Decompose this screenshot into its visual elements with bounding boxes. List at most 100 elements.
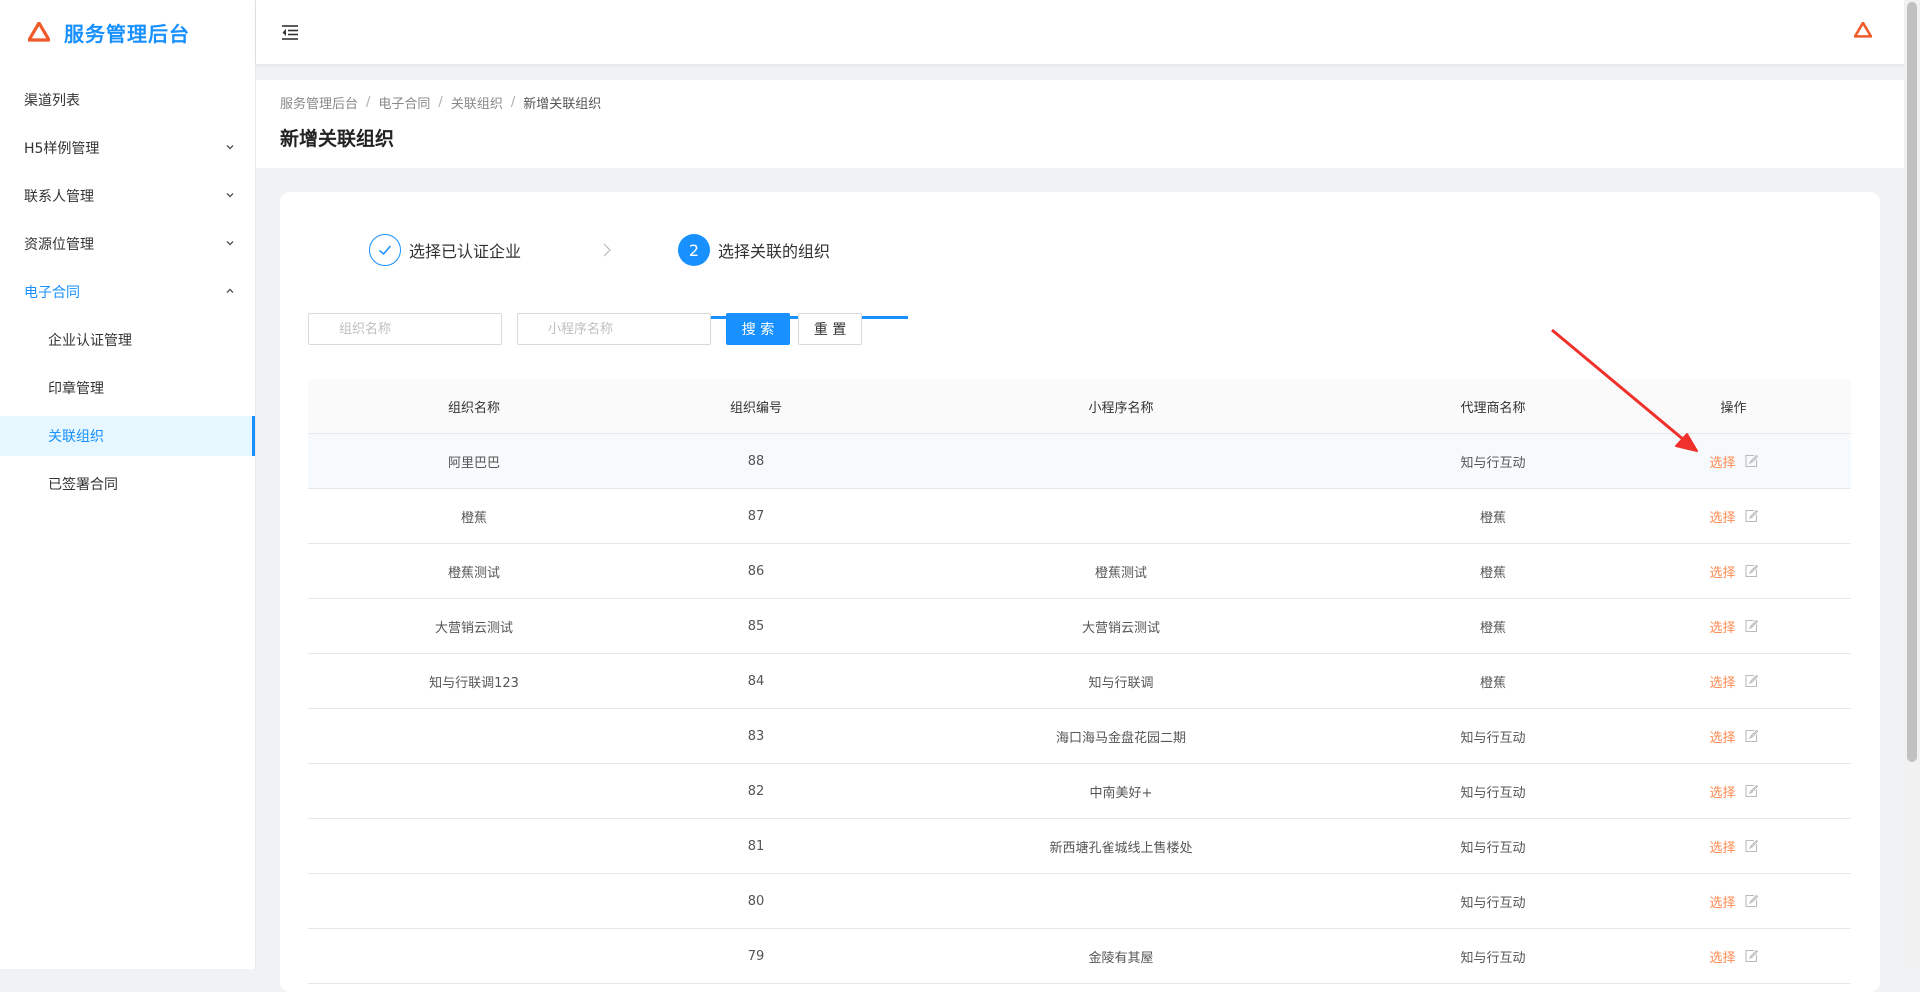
cell-actions: 选择: [1616, 727, 1851, 746]
select-link[interactable]: 选择: [1709, 727, 1735, 746]
scrollbar[interactable]: [1904, 0, 1920, 969]
org-table: 组织名称 组织编号 小程序名称 代理商名称 操作 阿里巴巴 88 知与行互动 选择 橙蕉…: [308, 379, 1851, 984]
column-header-org-name: 组织名称: [447, 400, 500, 416]
sidebar-item-e-contract[interactable]: 电子合同: [0, 272, 255, 312]
select-link[interactable]: 选择: [1709, 947, 1735, 966]
edit-icon[interactable]: [1744, 509, 1758, 523]
submenu-e-contract: 企业认证管理 印章管理 关联组织 已签署合同: [0, 320, 255, 504]
menu-fold-icon[interactable]: [280, 22, 300, 42]
edit-icon[interactable]: [1744, 619, 1758, 633]
cell-org-id: 85: [747, 618, 765, 634]
reset-button[interactable]: 重 置: [798, 313, 862, 345]
sidebar-item-enterprise-auth[interactable]: 企业认证管理: [0, 320, 255, 360]
cell-actions: 选择: [1616, 452, 1851, 471]
sidebar-item-label: 企业认证管理: [48, 333, 132, 349]
edit-icon[interactable]: [1744, 729, 1758, 743]
select-link[interactable]: 选择: [1709, 782, 1735, 801]
cell-org-id: 79: [747, 948, 765, 964]
cell-app-name: 金陵有其屋: [1088, 950, 1154, 966]
breadcrumb-item-home[interactable]: 服务管理后台: [280, 93, 358, 112]
cell-org-name: 橙蕉测试: [447, 565, 500, 581]
select-link[interactable]: 选择: [1709, 672, 1735, 691]
sidebar-item-seals[interactable]: 印章管理: [0, 368, 255, 408]
cell-agent-name: 知与行互动: [1460, 455, 1526, 471]
breadcrumb-item-related-orgs[interactable]: 关联组织: [451, 93, 503, 112]
edit-icon[interactable]: [1744, 894, 1758, 908]
cell-agent-name: 知与行互动: [1460, 895, 1526, 911]
cell-agent-name: 知与行互动: [1460, 950, 1526, 966]
cell-org-name: 知与行联调123: [429, 675, 519, 691]
page-header: 服务管理后台 / 电子合同 / 关联组织 / 新增关联组织 新增关联组织: [256, 80, 1904, 168]
sidebar-item-resources[interactable]: 资源位管理: [0, 224, 255, 264]
edit-icon[interactable]: [1744, 784, 1758, 798]
cell-org-id: 87: [747, 508, 765, 524]
cell-org-id: 84: [747, 673, 765, 689]
breadcrumb: 服务管理后台 / 电子合同 / 关联组织 / 新增关联组织: [280, 92, 1880, 112]
table-row: 81 新西塘孔雀城线上售楼处 知与行互动 选择: [308, 819, 1851, 874]
table-row: 大营销云测试 85 大营销云测试 橙蕉 选择: [308, 599, 1851, 654]
column-header-actions: 操作: [1720, 400, 1747, 416]
cell-org-name: 橙蕉: [460, 510, 487, 526]
cell-org-id: 80: [747, 893, 765, 909]
breadcrumb-item-e-contract[interactable]: 电子合同: [378, 93, 430, 112]
sidebar-item-channels[interactable]: 渠道列表: [0, 80, 255, 120]
edit-icon[interactable]: [1744, 674, 1758, 688]
cell-agent-name: 橙蕉: [1479, 565, 1506, 581]
table-row: 80 知与行互动 选择: [308, 874, 1851, 929]
sidebar-item-label: 资源位管理: [24, 237, 94, 253]
breadcrumb-separator: /: [366, 94, 371, 110]
edit-icon[interactable]: [1744, 454, 1758, 468]
action-group: 选择: [1709, 672, 1758, 691]
sidebar-item-label: 电子合同: [24, 285, 80, 301]
scrollbar-thumb[interactable]: [1907, 2, 1917, 762]
action-group: 选择: [1709, 507, 1758, 526]
cell-app-name: 橙蕉测试: [1094, 565, 1147, 581]
chevron-down-icon: [226, 241, 234, 246]
edit-icon[interactable]: [1744, 949, 1758, 963]
cell-org-id: 81: [747, 838, 765, 854]
cell-agent-name: 知与行互动: [1460, 730, 1526, 746]
page-title: 新增关联组织: [280, 128, 395, 150]
table-row: 82 中南美好+ 知与行互动 选择: [308, 764, 1851, 819]
select-link[interactable]: 选择: [1709, 452, 1735, 471]
action-group: 选择: [1709, 727, 1758, 746]
check-icon: [379, 245, 392, 256]
select-link[interactable]: 选择: [1709, 562, 1735, 581]
action-group: 选择: [1709, 617, 1758, 636]
app-name-input[interactable]: [517, 313, 711, 345]
chevron-down-icon: [226, 193, 234, 198]
cell-actions: 选择: [1616, 947, 1851, 966]
action-group: 选择: [1709, 782, 1758, 801]
search-button[interactable]: 搜 索: [726, 313, 790, 345]
cell-actions: 选择: [1616, 507, 1851, 526]
step-label: 选择已认证企业: [409, 242, 522, 261]
table-row: 79 金陵有其屋 知与行互动 选择: [308, 929, 1851, 984]
sidebar-item-related-orgs[interactable]: 关联组织: [0, 416, 255, 456]
step-select-enterprise[interactable]: 选择已认证企业: [369, 232, 521, 268]
table-row: 知与行联调123 84 知与行联调 橙蕉 选择: [308, 654, 1851, 709]
sidebar-item-signed-contracts[interactable]: 已签署合同: [0, 464, 255, 504]
logo[interactable]: 服务管理后台: [0, 0, 255, 64]
cell-actions: 选择: [1616, 892, 1851, 911]
step-select-org[interactable]: 2 选择关联的组织: [678, 232, 830, 268]
edit-icon[interactable]: [1744, 839, 1758, 853]
edit-icon[interactable]: [1744, 564, 1758, 578]
select-link[interactable]: 选择: [1709, 617, 1735, 636]
select-link[interactable]: 选择: [1709, 507, 1735, 526]
sidebar-item-contacts[interactable]: 联系人管理: [0, 176, 255, 216]
select-link[interactable]: 选择: [1709, 892, 1735, 911]
sidebar-item-label: 联系人管理: [24, 189, 94, 205]
column-header-agent-name: 代理商名称: [1460, 400, 1526, 416]
table-body: 阿里巴巴 88 知与行互动 选择 橙蕉 87 橙蕉 选择 橙蕉测试 86 橙蕉测试 橙蕉 选择 大营销云测…: [308, 434, 1851, 984]
sidebar-item-h5-samples[interactable]: H5样例管理: [0, 128, 255, 168]
cell-app-name: 海口海马金盘花园二期: [1055, 730, 1186, 746]
breadcrumb-separator: /: [510, 94, 516, 110]
cell-actions: 选择: [1616, 672, 1851, 691]
chevron-up-icon: [226, 288, 234, 293]
cell-org-id: 86: [747, 563, 765, 579]
select-link[interactable]: 选择: [1709, 837, 1735, 856]
triangle-logo-icon[interactable]: [1854, 22, 1872, 38]
org-name-input[interactable]: [308, 313, 502, 345]
breadcrumb-item-current: 新增关联组织: [523, 96, 602, 112]
sidebar-item-label: 已签署合同: [48, 477, 118, 493]
